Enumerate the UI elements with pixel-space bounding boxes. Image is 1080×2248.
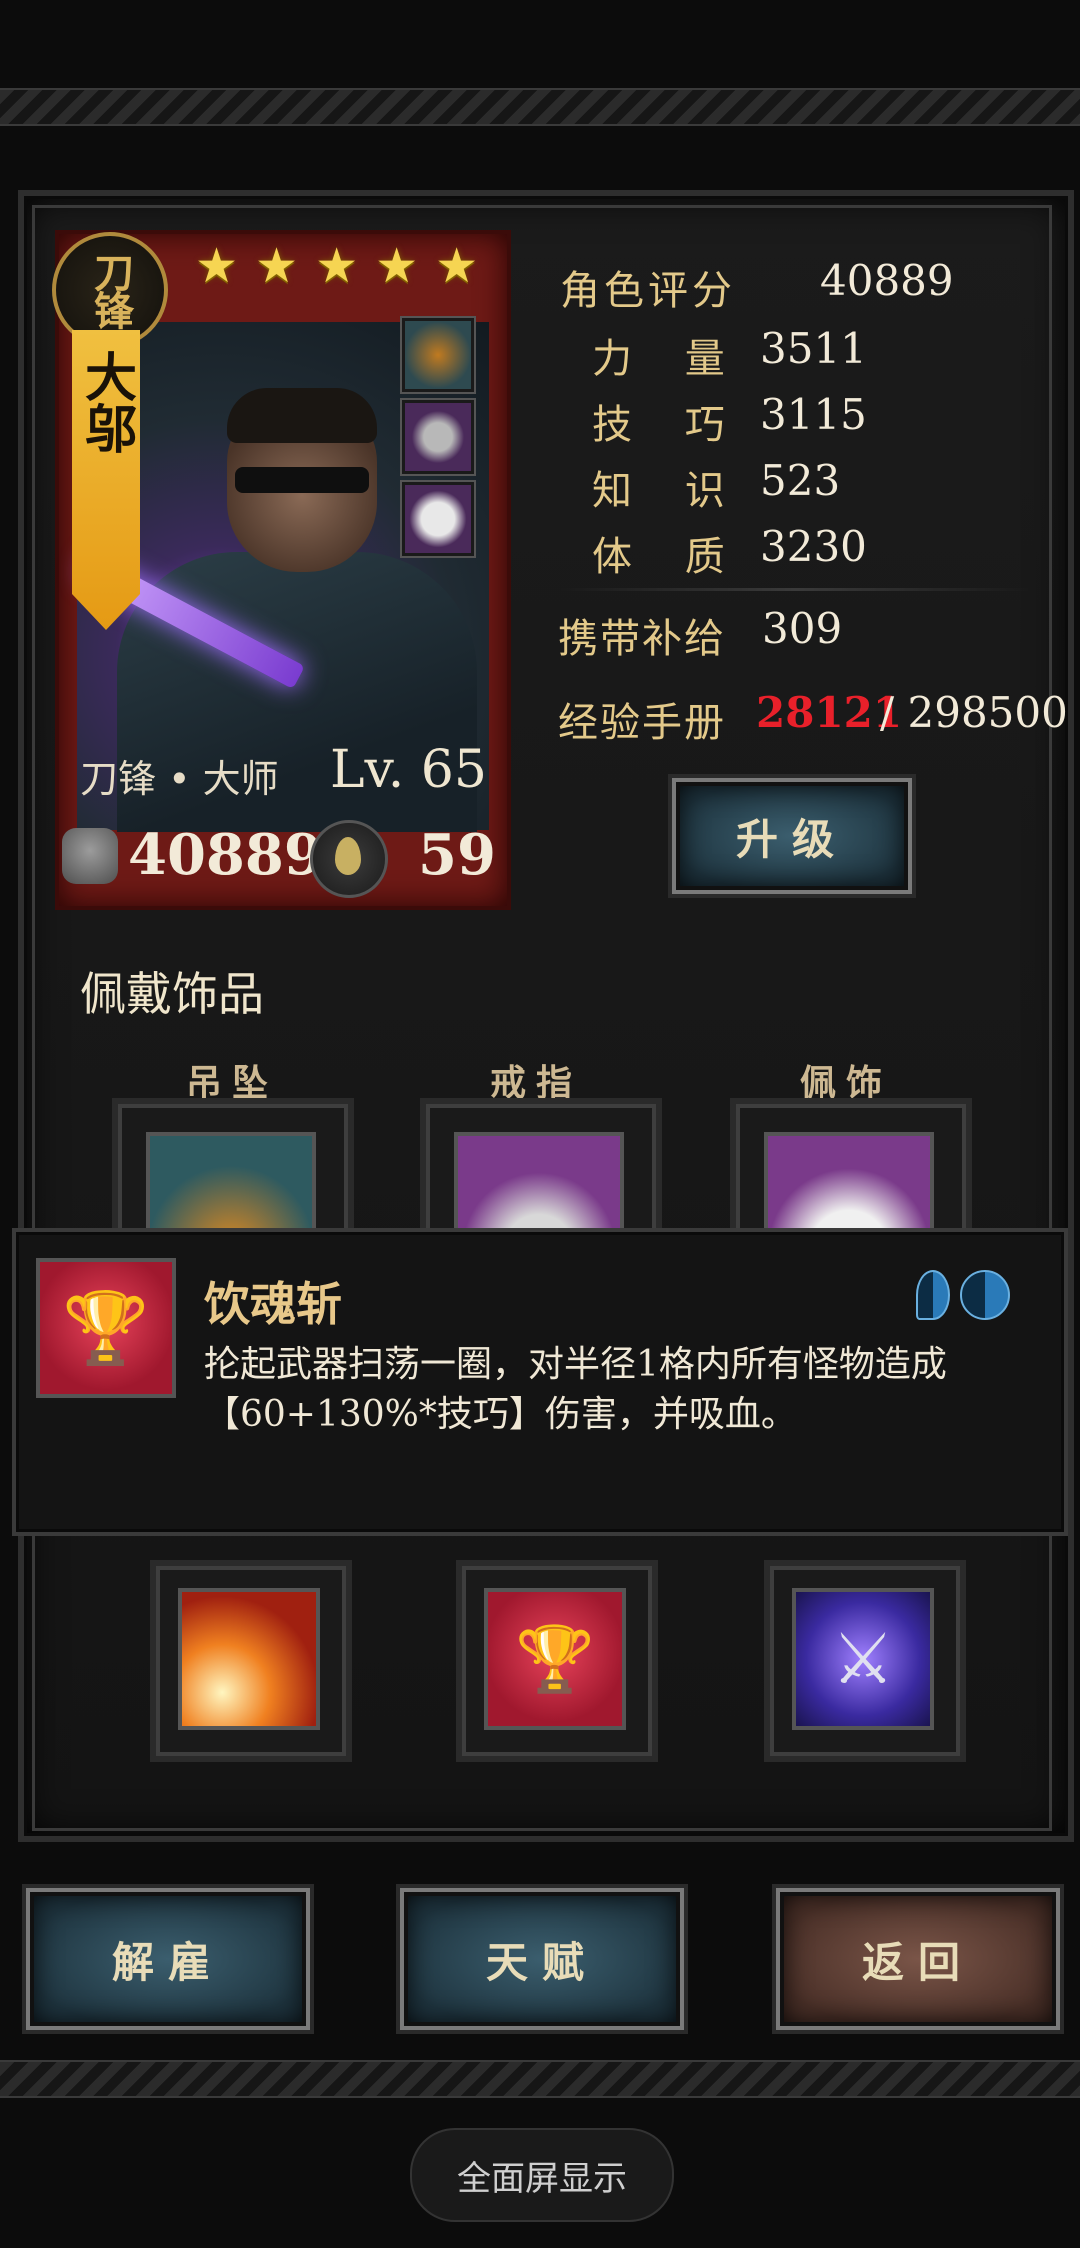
top-decor-band <box>0 88 1080 126</box>
fullscreen-display-button[interactable]: 全面屏显示 <box>410 2128 674 2222</box>
skill-label: 技 巧 <box>592 402 745 448</box>
constitution-label: 体 质 <box>592 534 745 580</box>
skill-slot-3[interactable]: ⚔ <box>764 1560 966 1762</box>
strength-label: 力 量 <box>592 336 745 382</box>
constitution-value: 3230 <box>760 522 867 571</box>
hero-name: 大邬 <box>75 350 137 454</box>
rating-value: 40889 <box>820 256 954 305</box>
hero-name-banner: 大邬 <box>72 330 140 630</box>
carry-supply-label: 携带补给 <box>558 616 726 662</box>
rating-label: 角色评分 <box>560 268 736 314</box>
equipped-ring-mini[interactable] <box>402 400 474 474</box>
knowledge-label: 知 识 <box>592 468 745 514</box>
star-icon: ★ <box>315 238 359 294</box>
hero-supply: 59 <box>418 822 496 888</box>
skill-icon: 🏆 <box>36 1258 176 1398</box>
star-rating: ★ ★ ★ ★ ★ <box>195 242 478 290</box>
strength-value: 3511 <box>760 324 867 373</box>
equipped-pendant-mini[interactable] <box>402 318 474 392</box>
skill-value: 3115 <box>760 390 867 439</box>
dismiss-button[interactable]: 解雇 <box>22 1884 314 2034</box>
slash-burst-icon <box>178 1588 320 1730</box>
skill-slot-2[interactable]: 🏆 <box>456 1560 658 1762</box>
stats-divider <box>560 588 1030 591</box>
skill-detail-popup: 🏆 饮魂斩 抡起武器扫荡一圈，对半径1格内所有怪物造成【60+130%*技巧】伤… <box>12 1228 1068 1536</box>
star-icon: ★ <box>255 238 299 294</box>
skill-slot-1[interactable] <box>150 1560 352 1762</box>
crossed-swords-icon: ⚔ <box>792 1588 934 1730</box>
skill-element-icon <box>916 1270 950 1320</box>
knowledge-value: 523 <box>760 456 841 505</box>
carry-supply-value: 309 <box>762 604 843 653</box>
hero-level: Lv. 65 <box>330 740 487 800</box>
accessories-title: 佩戴饰品 <box>80 967 264 1021</box>
equipped-charm-mini[interactable] <box>402 482 474 556</box>
exp-manual-total: / 298500 <box>880 688 1068 737</box>
supply-drop-icon <box>310 820 388 898</box>
skill-name: 饮魂斩 <box>204 1277 342 1331</box>
exp-manual-label: 经验手册 <box>558 700 726 746</box>
chalice-skill-icon: 🏆 <box>484 1588 626 1730</box>
fist-icon <box>62 828 118 884</box>
yin-yang-icon <box>960 1270 1010 1320</box>
upgrade-button[interactable]: 升级 <box>668 774 916 898</box>
star-icon: ★ <box>435 238 479 294</box>
star-icon: ★ <box>375 238 419 294</box>
chalice-icon: 🏆 <box>62 1286 150 1369</box>
back-button[interactable]: 返回 <box>772 1884 1064 2034</box>
star-icon: ★ <box>195 238 239 294</box>
talent-button[interactable]: 天赋 <box>396 1884 688 2034</box>
hero-class-title: 刀锋 • 大师 <box>80 757 279 801</box>
bottom-decor-band <box>0 2060 1080 2098</box>
hero-power: 40889 <box>128 822 323 888</box>
skill-description: 抡起武器扫荡一圈，对半径1格内所有怪物造成【60+130%*技巧】伤害，并吸血。 <box>204 1344 947 1435</box>
